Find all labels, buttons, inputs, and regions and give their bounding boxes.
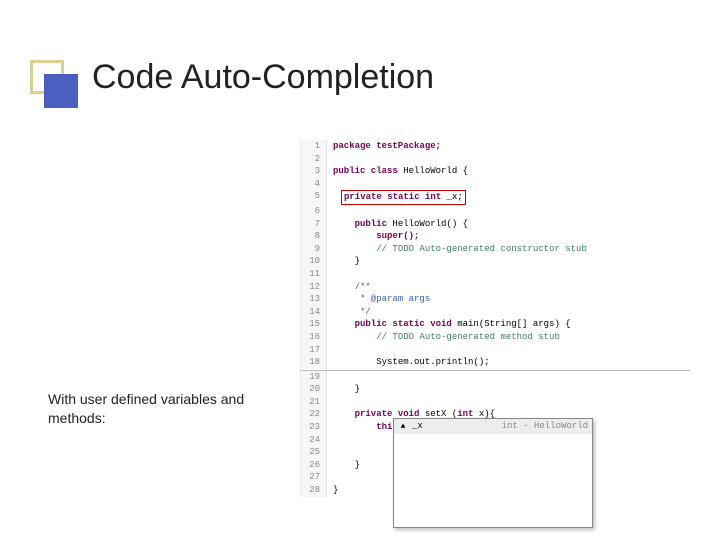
title-bullet-decoration xyxy=(30,60,78,108)
line-number: 8 xyxy=(301,230,327,243)
line-number: 20 xyxy=(301,383,327,396)
line-number: 9 xyxy=(301,243,327,256)
line-number: 22 xyxy=(301,408,327,421)
code-line: public HelloWorld() { xyxy=(327,218,468,231)
code-line: package testPackage; xyxy=(327,140,441,153)
code-line: } xyxy=(327,255,360,268)
code-line: // TODO Auto-generated method stub xyxy=(327,331,560,344)
field-icon: ▲ xyxy=(398,422,408,432)
line-number: 4 xyxy=(301,178,327,191)
line-number: 3 xyxy=(301,165,327,178)
line-number: 25 xyxy=(301,446,327,459)
line-number: 14 xyxy=(301,306,327,319)
code-line-highlighted: private static int _x; xyxy=(327,190,466,205)
line-number: 27 xyxy=(301,471,327,484)
code-editor-screenshot: 1package testPackage; 2 3public class He… xyxy=(300,140,690,497)
code-line: System.out.println(); xyxy=(327,356,490,369)
code-line: public class HelloWorld { xyxy=(327,165,468,178)
autocomplete-item-type: int - HelloWorld xyxy=(502,420,588,433)
line-number: 24 xyxy=(301,434,327,447)
line-number: 7 xyxy=(301,218,327,231)
line-number: 10 xyxy=(301,255,327,268)
autocomplete-popup[interactable]: ▲ _x int - HelloWorld xyxy=(393,418,593,528)
line-number: 28 xyxy=(301,484,327,497)
line-number: 16 xyxy=(301,331,327,344)
line-number: 23 xyxy=(301,421,327,434)
line-number: 19 xyxy=(301,371,327,384)
caption-text: With user defined variables and methods: xyxy=(48,390,248,428)
code-line: } xyxy=(327,459,360,472)
autocomplete-item[interactable]: ▲ _x int - HelloWorld xyxy=(394,419,592,434)
highlight-box: private static int _x; xyxy=(341,190,466,205)
line-number: 26 xyxy=(301,459,327,472)
code-line: } xyxy=(327,484,338,497)
line-number: 6 xyxy=(301,205,327,218)
code-line: * @param args xyxy=(327,293,430,306)
line-number: 21 xyxy=(301,396,327,409)
line-number: 15 xyxy=(301,318,327,331)
line-number: 11 xyxy=(301,268,327,281)
code-line: */ xyxy=(327,306,371,319)
line-number: 2 xyxy=(301,153,327,166)
code-line: public static void main(String[] args) { xyxy=(327,318,571,331)
line-number: 18 xyxy=(301,356,327,369)
code-line: /** xyxy=(327,281,371,294)
line-number: 13 xyxy=(301,293,327,306)
line-number: 17 xyxy=(301,344,327,357)
line-number: 1 xyxy=(301,140,327,153)
code-line: } xyxy=(327,383,360,396)
code-line: super(); xyxy=(327,230,419,243)
autocomplete-item-name: _x xyxy=(412,420,498,433)
code-line: // TODO Auto-generated constructor stub xyxy=(327,243,587,256)
line-number: 5 xyxy=(301,190,327,205)
line-number: 12 xyxy=(301,281,327,294)
slide-title: Code Auto-Completion xyxy=(92,58,434,97)
